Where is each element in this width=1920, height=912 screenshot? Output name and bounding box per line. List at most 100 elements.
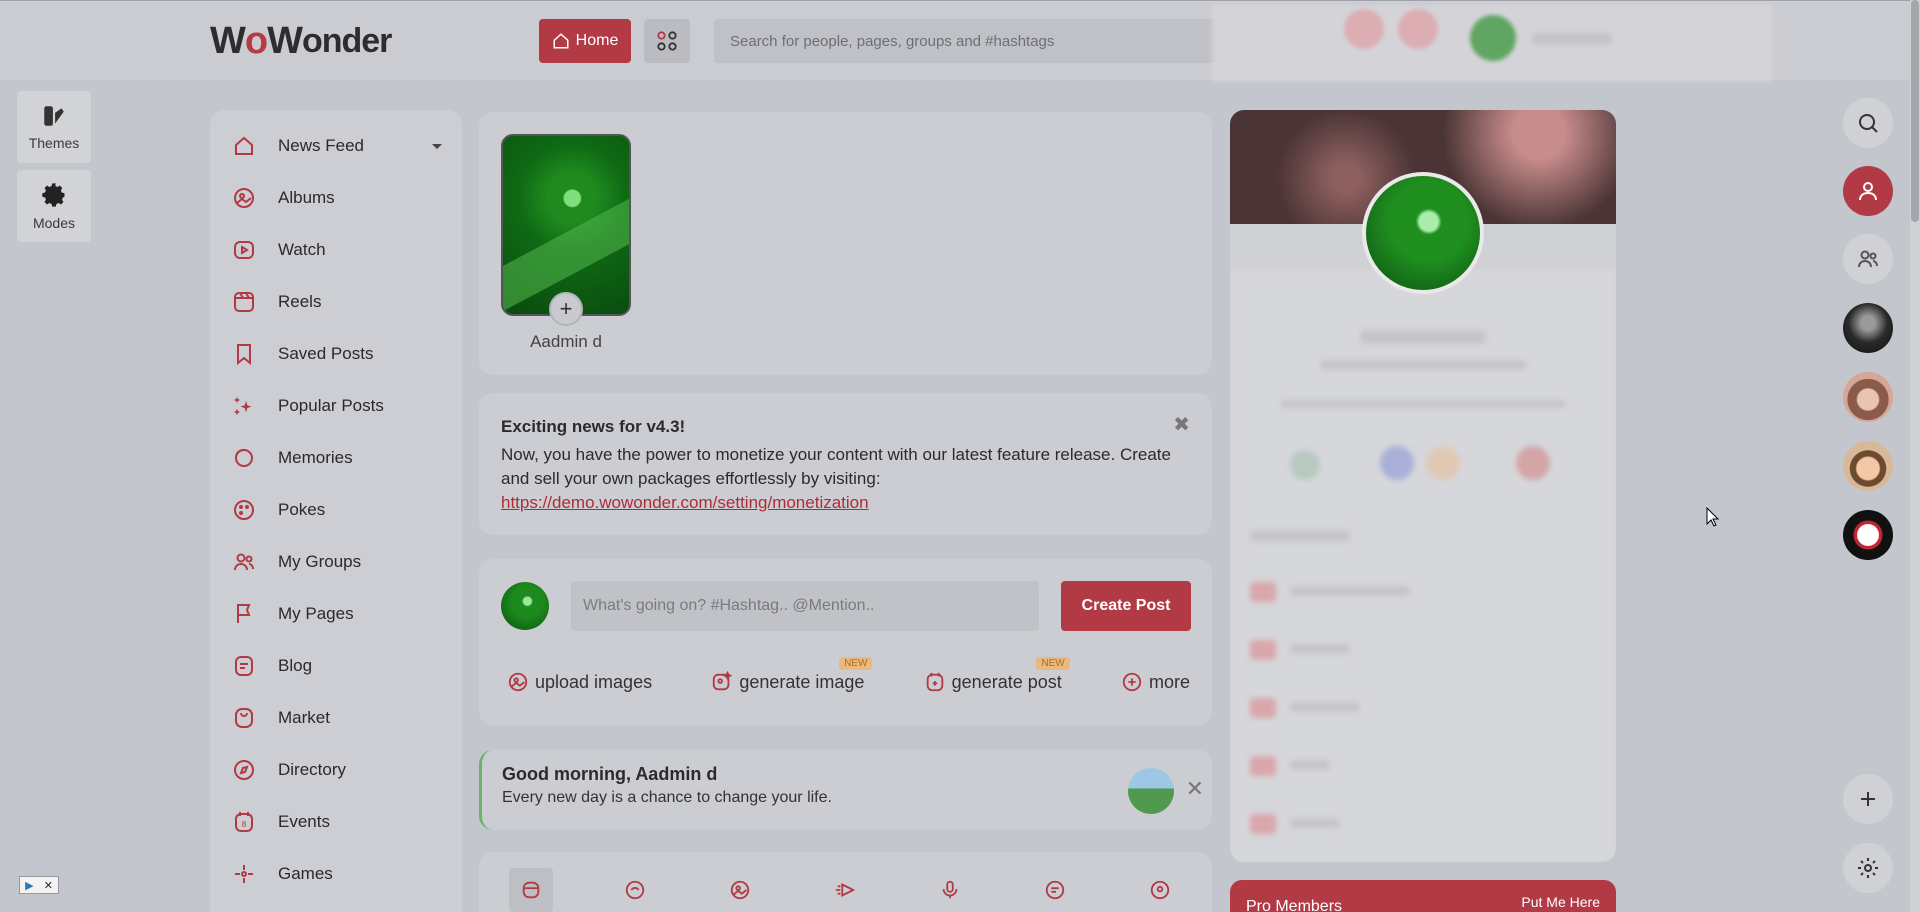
logo[interactable]: Wo Wonder [210, 19, 392, 63]
more-button[interactable]: more [1121, 671, 1190, 693]
rail-add-button[interactable] [1843, 774, 1893, 824]
home-label: Home [575, 32, 619, 49]
plus-circle-icon [1122, 672, 1142, 692]
groups-icon [234, 553, 254, 571]
sidebar-item-albums[interactable]: Albums [210, 172, 462, 224]
tab-videos[interactable] [823, 868, 867, 912]
adchoices-icon[interactable]: ▶ ✕ [19, 876, 59, 894]
sidebar-item-pokes[interactable]: Pokes [210, 484, 462, 536]
sidebar-item-events[interactable]: 8 Events [210, 796, 462, 848]
sidebar-item-reels[interactable]: Reels [210, 276, 462, 328]
rail-search-button[interactable] [1843, 98, 1893, 148]
image-icon [730, 880, 750, 900]
close-icon[interactable]: ✕ [1186, 776, 1204, 802]
upload-images-button[interactable]: upload images [507, 671, 652, 693]
tab-all[interactable] [509, 868, 553, 912]
modes-button[interactable]: Modes [17, 170, 91, 242]
announcement-link[interactable]: https://demo.wowonder.com/setting/moneti… [501, 493, 869, 512]
sidebar-item-memories[interactable]: Memories [210, 432, 462, 484]
tab-photos[interactable] [718, 868, 762, 912]
sidebar-item-popular-posts[interactable]: Popular Posts [210, 380, 462, 432]
sidebar-item-blog[interactable]: Blog [210, 640, 462, 692]
rail-profile-button[interactable] [1843, 166, 1893, 216]
search-placeholder: Search for people, pages, groups and #ha… [730, 32, 1055, 50]
sidebar-item-directory[interactable]: Directory [210, 744, 462, 796]
greeting-card: Good morning, Aadmin d Every new day is … [479, 750, 1212, 830]
sidebar-item-my-groups[interactable]: My Groups [210, 536, 462, 588]
plus-icon [1861, 792, 1875, 806]
sidebar-item-label: Events [278, 812, 330, 831]
sunrise-icon [1128, 768, 1174, 814]
calendar-icon: 8 [235, 812, 253, 832]
action-label: generate post [951, 671, 1062, 692]
greeting-text: Every new day is a chance to change your… [502, 789, 832, 806]
greeting-title: Good morning, Aadmin d [502, 764, 718, 784]
close-icon[interactable]: ✖ [1173, 413, 1190, 437]
tab-maps[interactable] [1138, 868, 1182, 912]
themes-button[interactable]: Themes [17, 91, 91, 163]
composer-actions: upload images generate image NEW generat… [507, 657, 1190, 693]
reels-icon [234, 292, 254, 312]
home-button[interactable]: Home [539, 19, 631, 63]
avatar[interactable] [501, 582, 549, 630]
search-input[interactable]: Search for people, pages, groups and #ha… [714, 19, 1216, 63]
feed-filter-tabs [479, 852, 1212, 912]
sidebar-item-news-feed[interactable]: News Feed [210, 120, 462, 172]
search-icon [1859, 114, 1878, 133]
games-icon [235, 865, 253, 883]
top-header: Wo Wonder Home Search for people, pages, … [0, 0, 1920, 81]
tab-audio[interactable] [928, 868, 972, 912]
announcement-card: Exciting news for v4.3! Now, you have th… [479, 393, 1212, 535]
compass-icon [234, 760, 254, 780]
story-thumbnail[interactable] [501, 134, 631, 316]
users-icon [1858, 250, 1878, 268]
announcement-title: Exciting news for v4.3! [501, 417, 686, 436]
bookmark-icon [237, 344, 251, 366]
pro-members-card: Pro Members Put Me Here [1230, 880, 1616, 912]
themes-label: Themes [28, 135, 80, 151]
sidebar-menu: News Feed Albums Watch Reels Saved Posts… [210, 110, 462, 912]
apps-grid-icon [657, 31, 677, 51]
apps-button[interactable] [644, 19, 690, 63]
post-input[interactable]: What's going on? #Hashtag.. @Mention.. [571, 581, 1039, 631]
sidebar-item-label: Memories [278, 448, 353, 467]
generate-image-button[interactable]: generate image NEW [711, 657, 873, 693]
scrollbar-thumb[interactable] [1911, 0, 1919, 222]
tab-text[interactable] [613, 868, 657, 912]
contact-avatar[interactable] [1843, 441, 1893, 491]
sidebar-item-label: Albums [278, 188, 335, 207]
sidebar-item-watch[interactable]: Watch [210, 224, 462, 276]
action-label: more [1148, 671, 1190, 692]
sidebar-item-saved-posts[interactable]: Saved Posts [210, 328, 462, 380]
chevron-down-icon[interactable] [432, 144, 442, 149]
contact-avatar[interactable] [1843, 303, 1893, 353]
gear-icon [42, 183, 65, 207]
sidebar-item-label: Reels [278, 292, 322, 311]
memories-icon [234, 449, 254, 467]
profile-avatar[interactable] [1362, 172, 1484, 294]
modes-label: Modes [32, 215, 76, 231]
add-story-button[interactable]: + [549, 292, 583, 326]
action-label: generate image [739, 671, 865, 692]
rail-settings-button[interactable] [1843, 843, 1893, 893]
rail-friends-button[interactable] [1843, 234, 1893, 284]
sidebar-item-my-pages[interactable]: My Pages [210, 588, 462, 640]
sidebar-item-label: My Groups [278, 552, 362, 571]
contact-avatar[interactable] [1843, 510, 1893, 560]
feed-icon [522, 881, 540, 899]
post-input-placeholder: What's going on? #Hashtag.. @Mention.. [583, 597, 875, 614]
post-composer: What's going on? #Hashtag.. @Mention.. C… [479, 559, 1212, 725]
story-user-name: Aadmin d [530, 332, 602, 351]
pro-members-title: Pro Members [1246, 898, 1343, 912]
put-me-here-link[interactable]: Put Me Here [1521, 894, 1600, 910]
sidebar-item-market[interactable]: Market [210, 692, 462, 744]
sparkle-icon [234, 397, 252, 415]
generate-post-button[interactable]: generate post NEW [924, 657, 1070, 693]
themes-icon [44, 106, 64, 126]
ai-post-icon [926, 672, 943, 692]
blog-icon [235, 656, 253, 676]
create-post-button[interactable]: Create Post [1061, 581, 1191, 631]
tab-files[interactable] [1033, 868, 1077, 912]
sidebar-item-games[interactable]: Games [210, 848, 462, 900]
contact-avatar[interactable] [1843, 372, 1893, 422]
